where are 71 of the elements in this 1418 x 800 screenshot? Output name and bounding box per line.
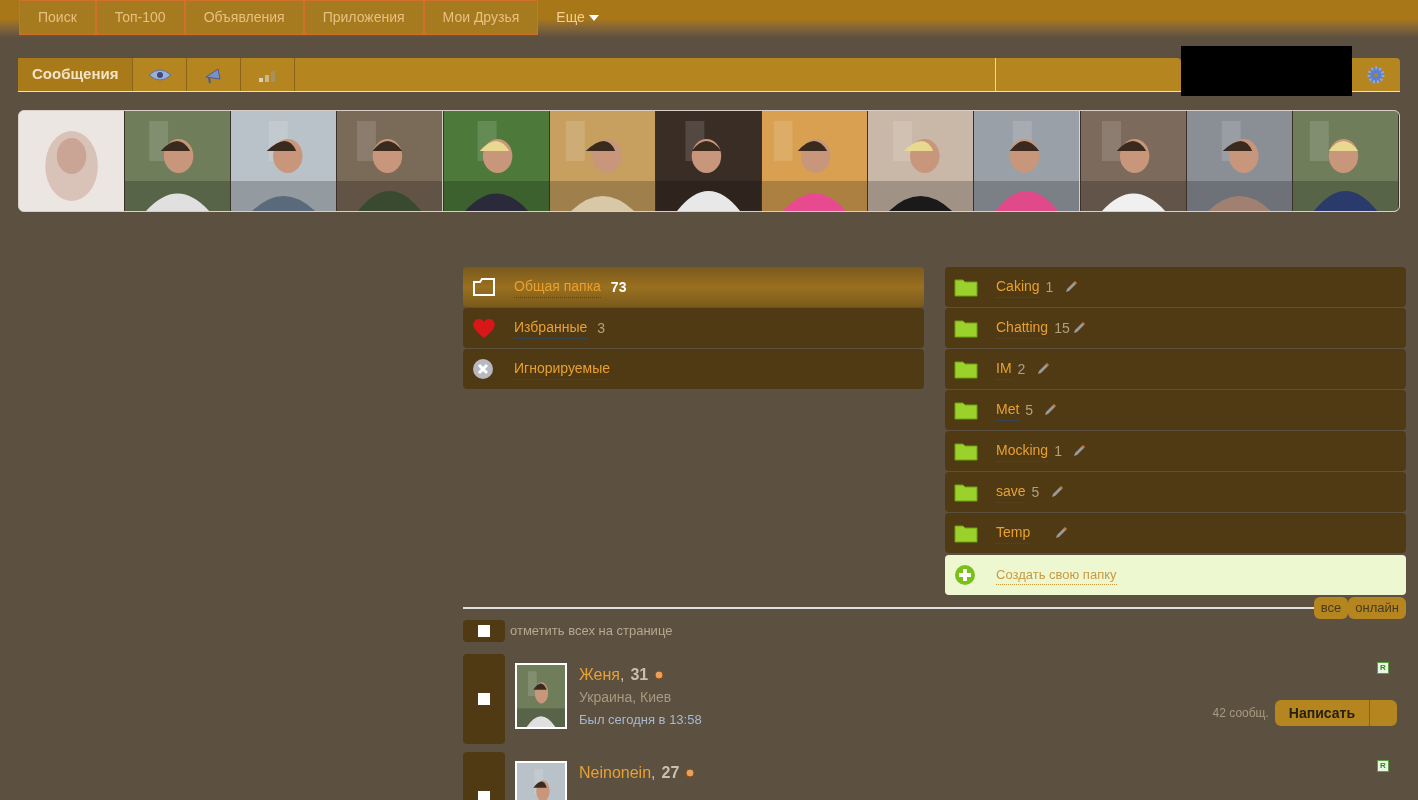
folder-row[interactable]: save 5 [945,472,1406,512]
folder-count: 2 [1017,359,1027,379]
folder-icon [954,400,978,420]
folder-name[interactable]: Игнорируемые [514,358,611,380]
folder-row[interactable]: Temp [945,513,1406,553]
pencil-icon[interactable] [1049,485,1064,499]
folder-row[interactable]: Caking 1 [945,267,1406,307]
folder-row[interactable]: Избранные 3 [463,308,924,348]
dropdown-button[interactable] [1369,700,1397,726]
pencil-icon[interactable] [1063,280,1078,294]
folder-row[interactable]: Met 5 [945,390,1406,430]
pencil-icon[interactable] [1072,444,1087,458]
folder-name[interactable]: Caking [996,276,1040,298]
select-all-checkbox[interactable] [478,625,490,637]
user-location: Украина, Киев [579,688,673,707]
write-button[interactable]: Написать [1274,700,1369,726]
filter-button[interactable]: онлайн [1348,597,1406,619]
folder-count: 1 [1054,441,1063,461]
plus-icon [954,564,976,586]
folder-count: 1 [1045,277,1055,297]
user-name[interactable]: Neinonein [579,761,652,785]
folder-name[interactable]: save [996,481,1026,503]
folder-row[interactable]: IM 2 [945,349,1406,389]
eye-icon [147,67,172,82]
folder-icon [954,277,978,297]
section-title: Сообщения [18,58,133,91]
pencil-icon[interactable] [1072,321,1087,335]
close-icon [472,358,494,380]
folder-row[interactable]: Общая папка 73 [463,267,924,307]
pencil-icon[interactable] [1035,362,1050,376]
pencil-icon[interactable] [1043,403,1058,417]
folder-icon [954,482,978,502]
online-status-icon [685,768,696,778]
settings-button[interactable] [1352,58,1400,92]
caret-icon [588,14,599,21]
folder-row[interactable]: Mocking 1 [945,431,1406,471]
heart-icon [472,317,496,339]
folder-count: 73 [610,277,627,297]
select-all-label: отметить всех на странице [510,622,673,641]
folder-name[interactable]: Temp [996,522,1031,544]
row-checkbox[interactable] [478,791,490,800]
rating-badge: R [1377,760,1389,772]
folder-icon [472,277,496,297]
folder-count: 5 [1025,400,1035,420]
more-menu-button[interactable]: Еще [538,0,617,35]
folder-count: 3 [597,318,606,338]
row-checkbox[interactable] [478,693,490,705]
filter-button[interactable]: все [1313,597,1349,619]
folder-name[interactable]: Chatting [996,317,1049,339]
folder-row[interactable]: Chatting 15 [945,308,1406,348]
user-age: 31 [630,665,649,685]
rating-badge: R [1377,662,1389,674]
user-name[interactable]: Женя [579,663,620,687]
message-count: 42 сообщ. [1212,705,1269,722]
user-age: 27 [661,763,680,783]
last-seen-text: Был сегодня в 13:58 [579,711,703,729]
separator-comma: , [651,763,656,783]
folder-row[interactable]: Игнорируемые [463,349,924,389]
folder-count: 5 [1031,482,1041,502]
folder-icon [954,523,978,543]
settings-icon [1367,65,1385,84]
folder-name[interactable]: IM [996,358,1012,380]
folder-icon [954,441,978,461]
folder-name[interactable]: Mocking [996,440,1049,462]
separator-comma: , [620,665,625,685]
folder-name[interactable]: Избранные [514,317,588,339]
folder-icon [954,318,978,338]
folder-icon [954,359,978,379]
folder-name[interactable]: Met [996,399,1020,421]
pencil-icon[interactable] [1054,526,1069,540]
online-status-icon [654,670,665,680]
